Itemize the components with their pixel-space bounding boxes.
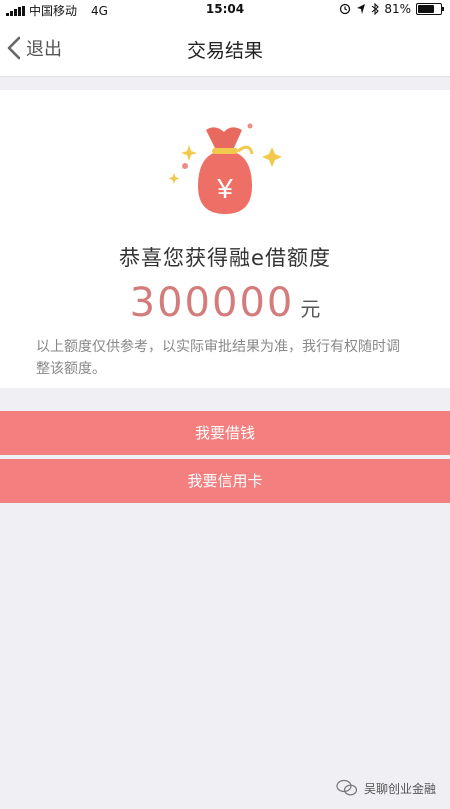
page-title: 交易结果 — [186, 40, 263, 62]
battery-percent: 81% — [384, 2, 411, 16]
nav-bar: 退出 交易结果 — [0, 20, 450, 77]
borrow-money-button[interactable]: 我要借钱 — [0, 411, 450, 455]
svg-text:¥: ¥ — [216, 173, 233, 204]
status-bar: 中国移动 4G 15:04 81% — [0, 0, 450, 20]
watermark: 吴聊创业金融 — [336, 779, 436, 797]
alarm-icon — [340, 3, 351, 15]
bluetooth-icon — [371, 3, 380, 15]
wechat-icon — [336, 779, 358, 796]
amount-row: 300000 元 — [0, 280, 450, 326]
status-right: 81% — [339, 2, 444, 16]
amount-unit: 元 — [300, 297, 321, 321]
battery-icon — [416, 3, 444, 15]
apply-credit-card-button[interactable]: 我要信用卡 — [0, 459, 450, 503]
watermark-text: 吴聊创业金融 — [363, 781, 436, 796]
money-bag-icon: ¥ — [168, 123, 282, 214]
congrats-text: 恭喜您获得融e借额度 — [119, 246, 331, 270]
disclaimer-note: 以上额度仅供参考，以实际审批结果为准，我行有权随时调整该额度。 — [36, 339, 400, 377]
location-icon — [357, 4, 366, 14]
credit-amount: 300000 — [129, 280, 295, 326]
battery-fill — [418, 5, 434, 13]
result-card: ¥ 恭喜您获得融e借额度 300000 元 以上额度仅供参考，以实际审批结果为准，… — [0, 90, 450, 388]
